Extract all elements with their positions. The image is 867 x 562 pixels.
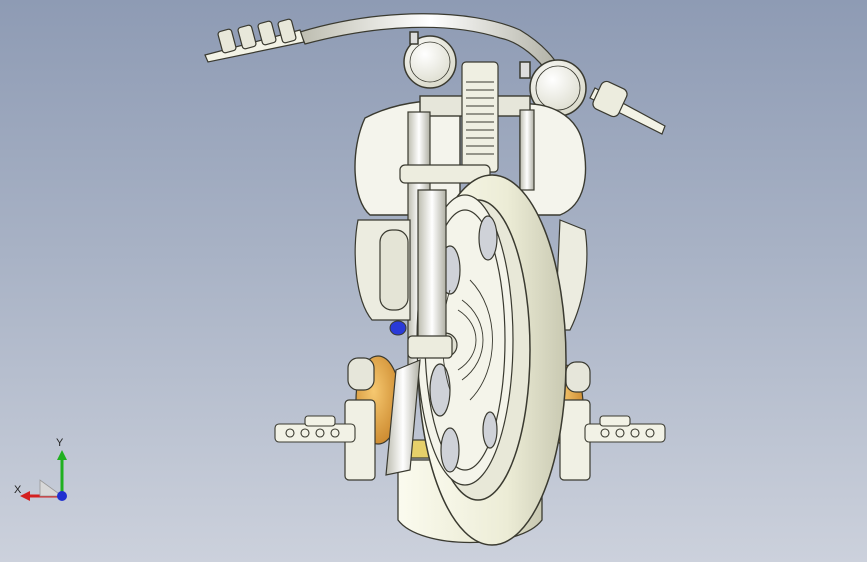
x-axis-label: X <box>14 484 22 496</box>
triad-icon <box>20 450 67 501</box>
axis-triad: Y X <box>10 437 80 510</box>
y-axis-label: Y <box>56 437 64 449</box>
x-axis-head <box>20 491 30 501</box>
z-axis-dot <box>57 491 67 501</box>
motorcycle-model[interactable] <box>0 0 867 562</box>
blue-bolt <box>389 320 407 336</box>
graphics-viewport[interactable]: Y X <box>0 0 867 562</box>
y-axis-head <box>57 450 67 460</box>
